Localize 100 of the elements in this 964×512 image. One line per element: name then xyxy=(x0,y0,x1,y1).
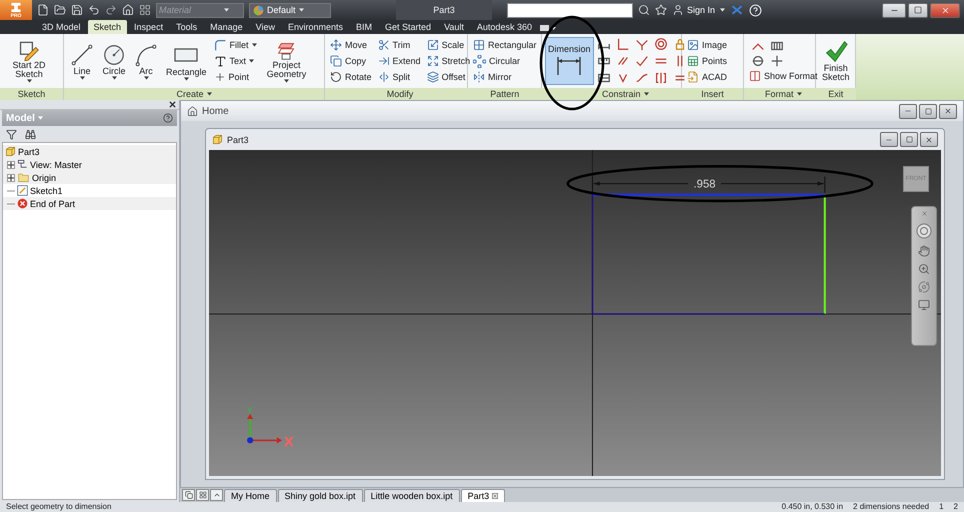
close-button[interactable] xyxy=(930,2,960,18)
search-field[interactable] xyxy=(507,2,633,18)
ribbon-tab[interactable]: View xyxy=(250,20,281,34)
tool-button[interactable]: Offset xyxy=(424,70,472,84)
tool-button[interactable]: Extend xyxy=(376,54,423,68)
symmetric-icon[interactable] xyxy=(654,71,668,85)
tile-button[interactable] xyxy=(196,489,209,501)
image-icon xyxy=(687,39,699,51)
ribbon-tab[interactable]: Vault xyxy=(438,20,470,34)
document-tab[interactable]: Part3 xyxy=(460,488,506,502)
home-icon xyxy=(122,4,134,16)
close-button[interactable] xyxy=(939,104,957,118)
center-point-icon[interactable] xyxy=(751,54,765,68)
tree-item[interactable]: Origin xyxy=(32,172,56,182)
close-button[interactable] xyxy=(920,132,938,147)
ribbon-tab[interactable]: Get Started xyxy=(379,20,438,34)
concentric-icon[interactable] xyxy=(654,37,668,51)
expand-icon[interactable] xyxy=(7,160,15,168)
import-icon xyxy=(687,71,699,83)
tool-button[interactable]: ACAD xyxy=(685,70,730,84)
stretch-icon xyxy=(426,55,439,67)
tool-button[interactable]: Arc xyxy=(131,40,161,82)
document-tab[interactable]: Little wooden box.ipt xyxy=(364,488,460,502)
line-icon xyxy=(70,42,94,66)
tool-button[interactable]: Finish Sketch xyxy=(819,38,853,84)
exchange-icon[interactable] xyxy=(730,4,744,16)
ribbon-tab[interactable]: Environments xyxy=(282,20,350,34)
offset-icon xyxy=(426,71,439,83)
appearance-dropdown[interactable]: Default xyxy=(249,2,331,18)
sign-in-button[interactable]: Sign In xyxy=(672,4,716,16)
restore-button[interactable] xyxy=(908,2,928,18)
status-counter: 1 xyxy=(939,502,944,512)
tool-button[interactable]: Project Geometry xyxy=(260,38,313,84)
dimension-value[interactable]: .958 xyxy=(694,178,716,191)
tree-item[interactable]: Part3 xyxy=(18,146,40,156)
material-field[interactable]: Material xyxy=(159,5,221,15)
tool-button[interactable]: Start 2D Sketch xyxy=(3,37,55,85)
tool-button[interactable]: Rectangular xyxy=(471,38,539,52)
minimize-button[interactable] xyxy=(882,2,906,18)
document-tab[interactable]: My Home xyxy=(224,488,277,502)
tool-button[interactable]: Split xyxy=(376,70,423,84)
tool-button[interactable]: Image xyxy=(685,38,730,52)
tool-button[interactable]: Dimension xyxy=(545,37,594,85)
tool-button[interactable]: Stretch xyxy=(424,54,472,68)
ribbon-tab[interactable]: Autodesk 360 xyxy=(470,20,538,34)
smooth-icon[interactable] xyxy=(634,71,649,85)
tool-button[interactable]: Trim xyxy=(376,38,423,52)
cascade-button[interactable] xyxy=(182,489,195,501)
format-icon xyxy=(749,70,761,82)
ribbon-tab[interactable]: Inspect xyxy=(128,20,170,34)
tool-button[interactable]: Copy xyxy=(328,54,374,68)
restore-button[interactable] xyxy=(900,132,918,147)
minimize-button[interactable] xyxy=(899,104,917,118)
zoom-icon xyxy=(918,263,930,275)
perpendicular-icon[interactable] xyxy=(616,37,630,51)
tool-button[interactable]: Move xyxy=(328,38,374,52)
table-icon[interactable] xyxy=(596,71,611,85)
caret-icon xyxy=(224,8,229,12)
tool-button[interactable]: Text xyxy=(212,54,259,68)
panel-title[interactable]: Create xyxy=(64,88,324,100)
tool-button[interactable]: Circular xyxy=(471,54,539,68)
ribbon-tab[interactable]: Sketch xyxy=(88,20,128,34)
tree-item[interactable]: Sketch1 xyxy=(30,186,63,196)
close-icon[interactable] xyxy=(169,101,176,108)
plus-icon xyxy=(8,174,14,180)
tool-button[interactable]: Scale xyxy=(424,38,472,52)
tile-icon xyxy=(198,491,206,499)
check-line-icon[interactable] xyxy=(634,54,649,68)
restore-button[interactable] xyxy=(919,104,937,118)
tool-button[interactable]: Rotate xyxy=(328,70,374,84)
restore-icon xyxy=(906,136,912,143)
document-tab[interactable]: Shiny gold box.ipt xyxy=(278,488,363,502)
ribbon-tab[interactable]: 3D Model xyxy=(36,20,87,34)
help-icon xyxy=(749,4,762,16)
app-logo xyxy=(10,2,22,13)
grid-icon xyxy=(139,4,151,16)
caret-icon xyxy=(644,92,649,96)
scale-icon xyxy=(426,39,439,51)
tool-button[interactable]: Mirror xyxy=(471,70,539,84)
move-icon xyxy=(330,39,342,51)
redo-icon xyxy=(105,4,117,16)
minimize-button[interactable] xyxy=(880,132,898,147)
show-format-button[interactable]: Show Format xyxy=(747,68,820,84)
tool-button[interactable]: Line xyxy=(67,40,97,82)
steering-wheel-icon[interactable] xyxy=(916,223,932,239)
tool-button[interactable]: Points xyxy=(685,54,730,68)
ribbon-tab[interactable]: Manage xyxy=(204,20,249,34)
home-icon xyxy=(187,106,198,116)
ribbon-tab[interactable]: Tools xyxy=(170,20,204,34)
material-dropdown[interactable]: Material xyxy=(156,2,244,18)
rotate-icon xyxy=(330,71,342,83)
ribbon-tab[interactable]: BIM xyxy=(350,20,378,34)
tool-button[interactable]: Point xyxy=(212,70,259,84)
grid-icon xyxy=(473,39,485,51)
expand-icon[interactable] xyxy=(7,174,15,182)
tool-button[interactable]: Fillet xyxy=(212,38,259,52)
panel-toggle-icon[interactable] xyxy=(538,22,557,34)
tool-button[interactable]: Circle xyxy=(99,40,129,82)
tool-button[interactable]: Rectangle xyxy=(163,40,210,82)
cube-icon xyxy=(5,146,16,157)
